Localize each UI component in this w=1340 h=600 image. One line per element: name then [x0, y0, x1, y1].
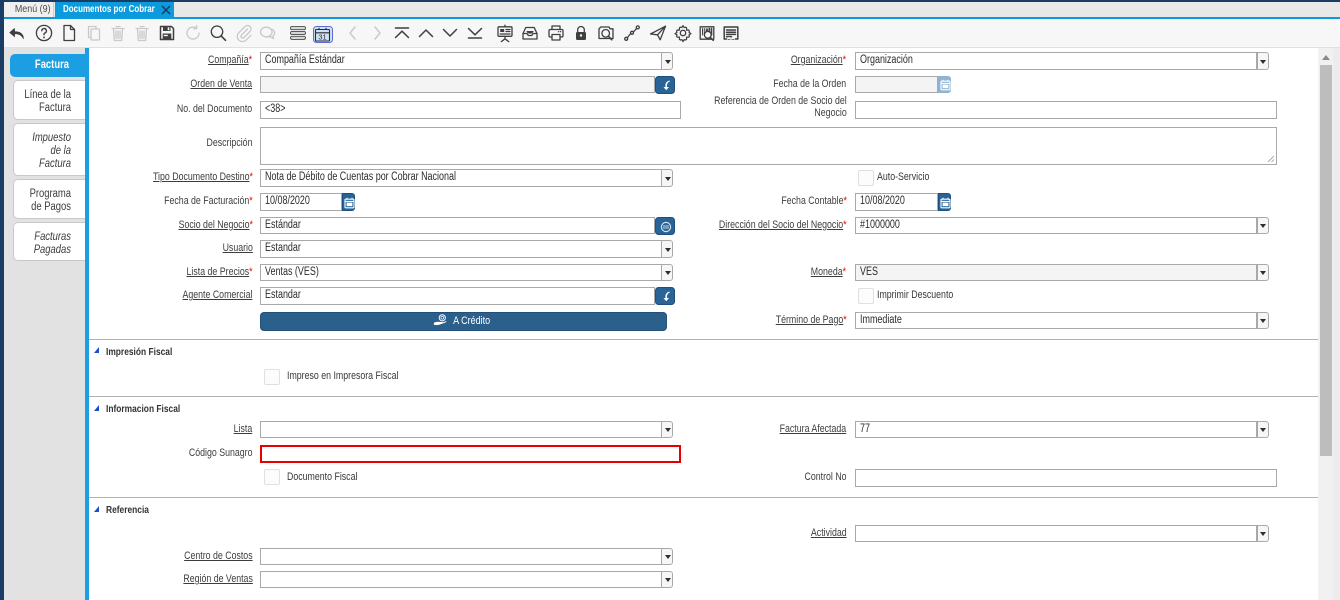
svg-text:31: 31 — [319, 32, 327, 41]
